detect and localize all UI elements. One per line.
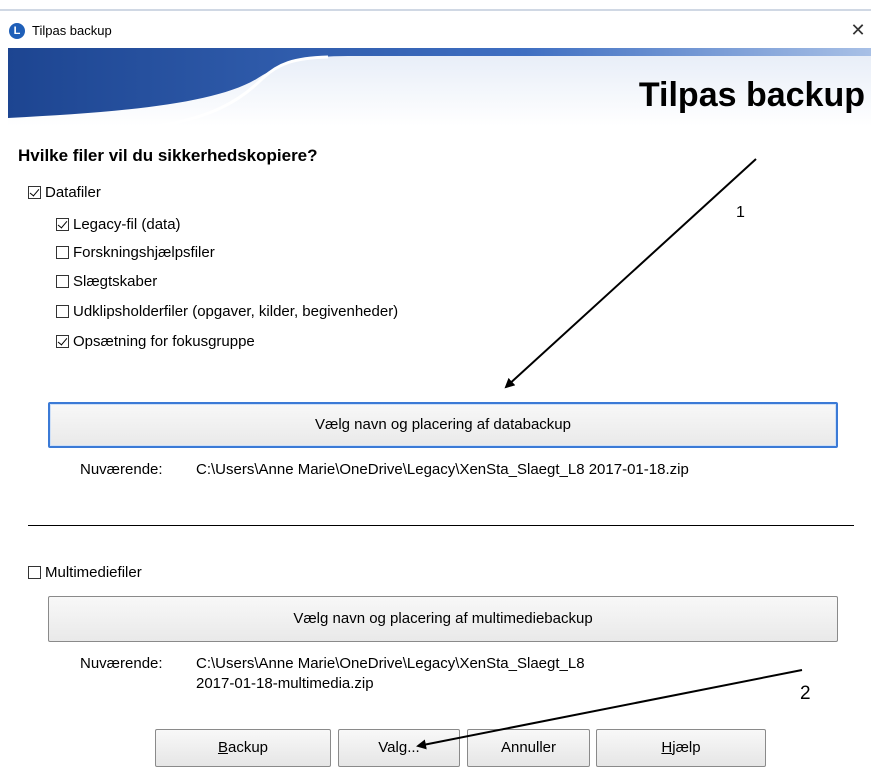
datafiles-checkbox-row[interactable]: Datafiler (28, 182, 101, 202)
multimedia-current-label: Nuværende: (80, 655, 163, 672)
clipboard-files-checkbox[interactable] (56, 304, 69, 318)
research-files-checkbox[interactable] (56, 245, 69, 259)
clipboard-files-label: Udklipsholderfiler (opgaver, kilder, beg… (73, 302, 399, 320)
relationships-label: Slægtskaber (73, 272, 158, 290)
options-button[interactable]: Valg... (338, 729, 460, 767)
banner-title: Tilpas backup (638, 76, 865, 114)
research-files-checkbox-row[interactable]: Forskningshjælpsfiler (56, 242, 215, 262)
datafiles-label: Datafiler (45, 183, 101, 201)
help-button-rest: jælp (672, 739, 701, 756)
header-banner: Tilpas backup (8, 48, 871, 126)
data-current-label: Nuværende: (80, 461, 163, 478)
choose-multimedia-backup-button[interactable]: Vælg navn og placering af multimedieback… (48, 596, 838, 642)
multimedia-current-path-line2: 2017-01-18-multimedia.zip (196, 675, 374, 692)
annotation-label-2: 2 (800, 683, 811, 704)
multimedia-current-path-line1: C:\Users\Anne Marie\OneDrive\Legacy\XenS… (196, 655, 585, 672)
relationships-checkbox[interactable] (56, 274, 69, 288)
close-button[interactable]: ✕ (847, 18, 869, 42)
legacy-file-checkbox[interactable] (56, 217, 69, 231)
multimedia-label: Multimediefiler (45, 563, 142, 581)
section-question: Hvilke filer vil du sikkerhedskopiere? (18, 146, 318, 165)
choose-data-backup-button[interactable]: Vælg navn og placering af databackup (48, 402, 838, 448)
legacy-file-label: Legacy-fil (data) (73, 215, 181, 233)
focus-group-checkbox-row[interactable]: Opsætning for fokusgruppe (56, 331, 255, 351)
help-button-accel: H (661, 739, 673, 756)
help-button[interactable]: Hjælp (596, 729, 766, 767)
data-current-path: C:\Users\Anne Marie\OneDrive\Legacy\XenS… (196, 461, 689, 478)
backup-button-rest: ackup (227, 739, 269, 756)
cancel-button[interactable]: Annuller (467, 729, 590, 767)
backup-button-accel: B (217, 739, 228, 756)
multimedia-checkbox-row[interactable]: Multimediefiler (28, 562, 142, 582)
focus-group-checkbox[interactable] (56, 334, 69, 348)
legacy-app-icon: L (9, 23, 25, 39)
top-strip (0, 0, 871, 12)
relationships-checkbox-row[interactable]: Slægtskaber (56, 271, 157, 291)
annotation-arrow-1 (504, 158, 757, 389)
clipboard-files-checkbox-row[interactable]: Udklipsholderfiler (opgaver, kilder, beg… (56, 301, 398, 321)
window-title: Tilpas backup (32, 23, 112, 38)
datafiles-checkbox[interactable] (28, 185, 41, 199)
annotation-label-1: 1 (736, 204, 745, 221)
multimedia-checkbox[interactable] (28, 565, 41, 579)
section-divider (28, 525, 854, 526)
legacy-file-checkbox-row[interactable]: Legacy-fil (data) (56, 214, 181, 234)
backup-button[interactable]: Backup (155, 729, 331, 767)
research-files-label: Forskningshjælpsfiler (73, 243, 215, 261)
focus-group-label: Opsætning for fokusgruppe (73, 332, 255, 350)
title-bar: L Tilpas backup ✕ (0, 12, 871, 48)
